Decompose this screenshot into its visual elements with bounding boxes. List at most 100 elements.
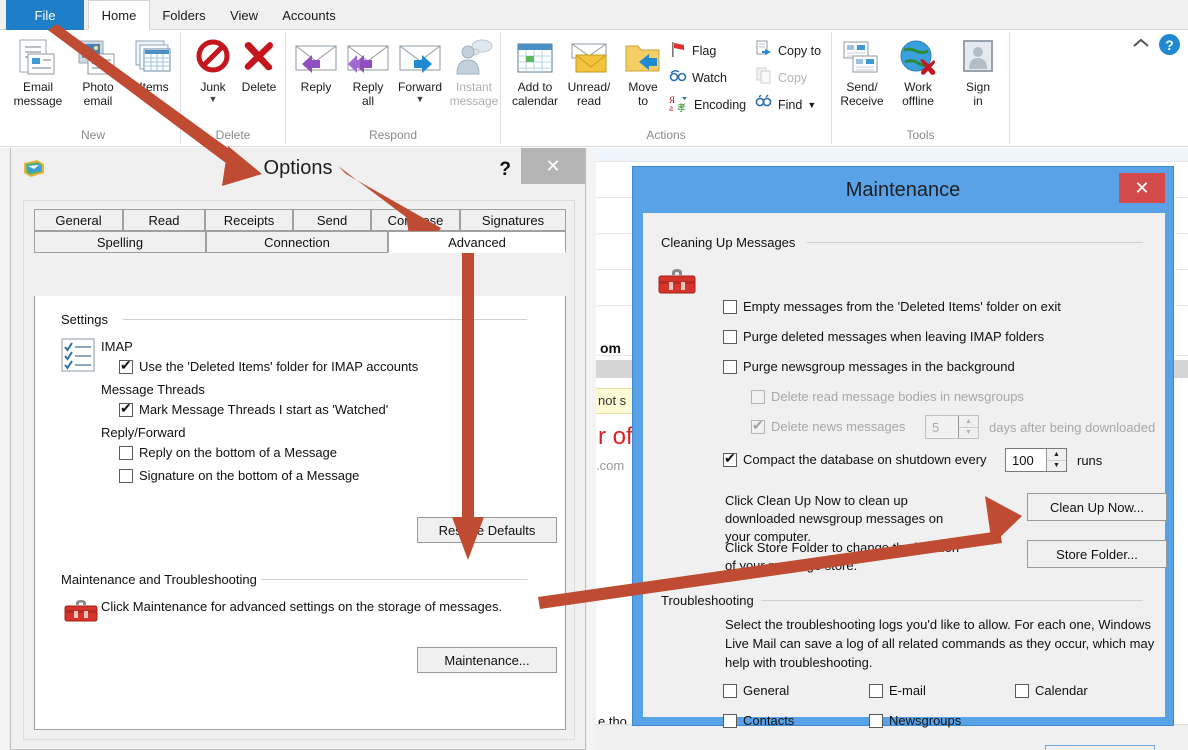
stepper-down-icon[interactable]: ▼ (959, 427, 978, 438)
stepper-up-icon[interactable]: ▲ (959, 416, 978, 428)
checkbox-log-contacts[interactable]: Contacts (723, 713, 794, 728)
checkbox-box[interactable] (869, 683, 883, 698)
ribbon-group-label: Delete (215, 128, 251, 142)
options-tab-compose[interactable]: Compose (371, 209, 460, 231)
stepper-value: 5 (932, 419, 940, 435)
checkbox-box[interactable] (119, 357, 133, 374)
checkbox-label: Newsgroups (889, 713, 962, 728)
options-close-button[interactable]: ✕ (521, 148, 585, 184)
checkbox-box[interactable] (869, 713, 883, 728)
checkbox-label: Delete read message bodies in newsgroups (771, 389, 1024, 404)
maintenance-close-icon[interactable]: ✕ (1119, 173, 1165, 203)
chevron-down-icon[interactable]: ▼ (807, 100, 816, 110)
ribbon-tab-file[interactable]: File (6, 0, 84, 30)
checkbox-label: Compact the database on shutdown every (743, 452, 987, 467)
send-receive-icon (832, 36, 892, 80)
ribbon-command-move-to[interactable]: Move to (613, 36, 673, 108)
ribbon-command-send-receive[interactable]: Send/ Receive (832, 36, 892, 108)
checkbox-mark-threads-watched[interactable]: Mark Message Threads I start as 'Watched… (119, 400, 388, 417)
bg-sender-text: om (600, 340, 621, 356)
ribbon-command-photo-email[interactable]: Photo email (68, 36, 128, 108)
chevron-down-icon[interactable]: ▼ (390, 94, 450, 104)
checkbox-log-general[interactable]: General (723, 683, 789, 698)
checkbox-log-email[interactable]: E-mail (869, 683, 926, 698)
checkbox-box[interactable] (723, 713, 737, 728)
options-help-icon[interactable]: ? (499, 159, 511, 181)
ribbon-tab-home[interactable]: Home (88, 0, 150, 30)
options-tab-spelling[interactable]: Spelling (34, 231, 206, 253)
options-tab-read[interactable]: Read (123, 209, 205, 231)
ribbon-command-add-to-calendar[interactable]: Add to calendar (505, 36, 565, 108)
options-tab-connection[interactable]: Connection (206, 231, 388, 253)
chevron-down-icon[interactable]: ▼ (183, 94, 243, 104)
stepper-up-icon[interactable]: ▲ (1047, 449, 1066, 461)
checkbox-delete-news-messages[interactable]: Delete news messages (751, 417, 905, 434)
ribbon-command-encoding[interactable]: Я a 孝 Encoding (669, 94, 746, 115)
checkbox-box[interactable] (723, 683, 737, 698)
ribbon-command-copy-to[interactable]: Copy to (755, 40, 821, 61)
stepper-spinner[interactable]: ▲ ▼ (958, 416, 978, 438)
ribbon-command-forward[interactable]: Forward ▼ (390, 36, 450, 104)
maintenance-button[interactable]: Maintenance... (417, 647, 557, 673)
ribbon-command-unread-read[interactable]: Unread/ read (559, 36, 619, 108)
delete-news-days-stepper[interactable]: 5 ▲ ▼ (925, 415, 979, 439)
ribbon: File Home Folders View Accounts ? Email … (0, 0, 1188, 148)
checkbox-use-deleted-items-folder[interactable]: Use the 'Deleted Items' folder for IMAP … (119, 357, 418, 374)
help-icon[interactable]: ? (1159, 34, 1180, 55)
checkbox-box[interactable] (119, 400, 133, 417)
options-tab-signatures[interactable]: Signatures (460, 209, 566, 231)
stepper-spinner[interactable]: ▲ ▼ (1046, 449, 1066, 471)
checkbox-reply-bottom[interactable]: Reply on the bottom of a Message (119, 445, 337, 460)
ribbon-command-find[interactable]: Find ▼ (755, 94, 816, 115)
checkbox-empty-deleted-items-on-exit[interactable]: Empty messages from the 'Deleted Items' … (723, 299, 1061, 314)
ribbon-command-watch[interactable]: Watch (669, 67, 727, 88)
options-tab-advanced[interactable]: Advanced (388, 231, 566, 253)
checkbox-delete-read-bodies[interactable]: Delete read message bodies in newsgroups (751, 389, 1024, 404)
maintenance-close-button[interactable]: Close (1045, 745, 1155, 750)
checkbox-log-calendar[interactable]: Calendar (1015, 683, 1088, 698)
ribbon-command-reply[interactable]: Reply (286, 36, 346, 94)
checkbox-purge-deleted-imap[interactable]: Purge deleted messages when leaving IMAP… (723, 329, 1044, 344)
chevron-up-icon[interactable] (1132, 36, 1150, 53)
ribbon-tab-view[interactable]: View (218, 0, 270, 30)
checkbox-box[interactable] (723, 450, 737, 467)
checkbox-signature-bottom[interactable]: Signature on the bottom of a Message (119, 468, 359, 483)
ribbon-group-label: Tools (906, 128, 935, 142)
ribbon-command-work-offline[interactable]: Work offline (888, 36, 948, 108)
ribbon-command-delete[interactable]: Delete (229, 36, 289, 94)
checkbox-box[interactable] (119, 445, 133, 460)
settings-list-icon (61, 338, 95, 377)
checkbox-box[interactable] (751, 389, 765, 404)
options-tab-receipts[interactable]: Receipts (205, 209, 293, 231)
compact-runs-stepper[interactable]: 100 ▲ ▼ (1005, 448, 1067, 472)
ribbon-tab-accounts[interactable]: Accounts (272, 0, 346, 30)
checkbox-purge-newsgroup-background[interactable]: Purge newsgroup messages in the backgrou… (723, 359, 1015, 374)
clean-up-now-button[interactable]: Clean Up Now... (1027, 493, 1167, 521)
ribbon-group-actions: Add to calendar Unread/ read Move to Fla… (501, 32, 832, 144)
stepper-down-icon[interactable]: ▼ (1047, 460, 1066, 471)
checkbox-box[interactable] (723, 359, 737, 374)
store-folder-button[interactable]: Store Folder... (1027, 540, 1167, 568)
ribbon-command-label: Instant (455, 80, 493, 94)
ribbon-group-label: Actions (646, 128, 686, 142)
ribbon-command-email-message[interactable]: Email message (8, 36, 68, 108)
checkbox-box[interactable] (119, 468, 133, 483)
checkbox-box[interactable] (1015, 683, 1029, 698)
checkbox-compact-database[interactable]: Compact the database on shutdown every (723, 450, 987, 467)
ribbon-command-sign-in[interactable]: Sign in (948, 36, 1008, 108)
ribbon-command-reply-all[interactable]: Reply all (338, 36, 398, 108)
ribbon-command-items[interactable]: Items ▼ (124, 36, 184, 104)
chevron-down-icon[interactable]: ▼ (124, 94, 184, 104)
options-tab-general[interactable]: General (34, 209, 123, 231)
ribbon-command-instant-message[interactable]: Instant message (444, 36, 504, 108)
restore-defaults-button[interactable]: Restore Defaults (417, 517, 557, 543)
ribbon-command-copy[interactable]: Copy (755, 67, 807, 88)
bg-red-headline: r of (598, 423, 633, 450)
checkbox-box[interactable] (751, 417, 765, 434)
ribbon-command-flag[interactable]: Flag (669, 40, 716, 61)
checkbox-box[interactable] (723, 299, 737, 314)
options-tab-send[interactable]: Send (293, 209, 371, 231)
checkbox-log-newsgroups[interactable]: Newsgroups (869, 713, 961, 728)
ribbon-tab-folders[interactable]: Folders (152, 0, 216, 30)
checkbox-box[interactable] (723, 329, 737, 344)
